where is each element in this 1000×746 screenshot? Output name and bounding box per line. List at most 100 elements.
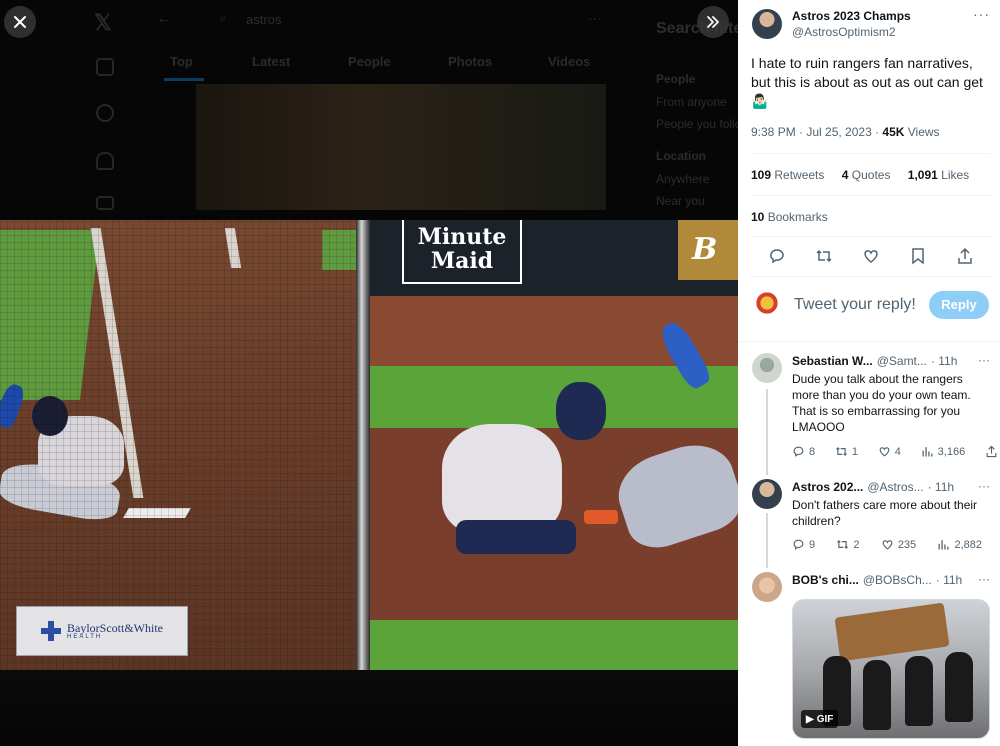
reply-avatar[interactable] xyxy=(752,479,782,509)
reply-retweet-button[interactable]: 1 xyxy=(835,445,858,458)
reply-more-button[interactable]: ··· xyxy=(978,479,990,493)
bookmark-button[interactable] xyxy=(908,246,928,266)
reply-author-handle[interactable]: @Samt... xyxy=(877,354,927,368)
sponsor-sign: BaylorScott&White HEALTH xyxy=(16,606,188,656)
likes-stat[interactable]: 1,091 Likes xyxy=(908,168,969,182)
tweet-time[interactable]: 9:38 PM · Jul 25, 2023 · xyxy=(751,125,882,139)
gif-coffin xyxy=(834,602,950,662)
reply-reply-button[interactable]: 9 xyxy=(792,538,815,551)
reply-actions: 9 2 235 2,882 xyxy=(792,538,982,551)
bookmark-icon xyxy=(912,248,924,265)
thread-line xyxy=(766,389,768,475)
reply-like-button[interactable]: 4 xyxy=(878,445,901,458)
quotes-stat[interactable]: 4 Quotes xyxy=(842,168,891,182)
reply-time[interactable]: · 11h xyxy=(928,480,954,494)
reply-author-name[interactable]: Astros 202... xyxy=(792,480,863,494)
reply-submit-button[interactable]: Reply xyxy=(929,291,989,319)
notifications-icon xyxy=(96,152,114,170)
author-avatar[interactable] xyxy=(752,9,782,39)
filter-people-title: People xyxy=(656,72,696,86)
reply-actions: 8 1 4 3,166 xyxy=(792,445,998,458)
reply-avatar[interactable] xyxy=(752,572,782,602)
tweet-stats: 109 Retweets 4 Quotes 1,091 Likes xyxy=(751,168,983,182)
reply-header: Astros 202... @Astros... · 11h xyxy=(792,480,954,494)
retweet-icon xyxy=(816,249,832,263)
tab-videos: Videos xyxy=(548,54,591,69)
retweets-stat[interactable]: 109 Retweets xyxy=(751,168,824,182)
views-count: 45K xyxy=(882,125,905,139)
more-icon: ··· xyxy=(588,10,602,26)
reply-text: Dude you talk about the rangers more tha… xyxy=(792,372,971,434)
tweet-actions xyxy=(751,246,991,270)
catcher-figure-right xyxy=(442,424,562,534)
play-icon: ▶ xyxy=(806,713,814,725)
filter-from-anyone: From anyone xyxy=(656,95,727,109)
reply-gif[interactable]: ▶ GIF xyxy=(792,599,990,739)
reply-retweet-button[interactable]: 2 xyxy=(836,538,860,551)
reply-input[interactable]: Tweet your reply! xyxy=(794,296,916,314)
tweet-photo[interactable]: BaylorScott&White HEALTH Minute Maid B xyxy=(0,220,738,670)
close-icon xyxy=(14,16,26,28)
heart-icon xyxy=(879,447,890,457)
divider xyxy=(751,153,991,154)
reply-header: Sebastian W... @Samt... · 11h xyxy=(792,354,957,368)
reply-more-button[interactable]: ··· xyxy=(978,353,990,367)
sponsor-cross-icon xyxy=(41,621,61,641)
author-handle[interactable]: @AstrosOptimism2 xyxy=(792,25,896,39)
divider xyxy=(751,276,991,277)
views-label: Views xyxy=(904,125,940,139)
back-arrow-icon: ← xyxy=(156,10,172,27)
reply-author-handle[interactable]: @Astros... xyxy=(867,480,923,494)
photo-divider xyxy=(356,220,370,670)
tab-people: People xyxy=(348,54,391,69)
filter-location-title: Location xyxy=(656,149,706,163)
reply-like-button[interactable]: 235 xyxy=(881,538,916,551)
reply-share-button[interactable] xyxy=(985,445,998,458)
reply-views-button[interactable]: 2,882 xyxy=(937,538,982,551)
search-icon: ⌕ xyxy=(220,11,227,25)
photo-left-half: BaylorScott&White HEALTH xyxy=(0,220,358,670)
close-button[interactable] xyxy=(4,6,36,38)
divider xyxy=(751,236,991,237)
explore-icon xyxy=(96,104,114,122)
tab-photos: Photos xyxy=(448,54,493,69)
user-avatar xyxy=(752,291,782,321)
like-button[interactable] xyxy=(861,246,881,266)
views-chart-icon xyxy=(922,447,933,457)
gold-sign: B xyxy=(678,220,738,280)
stadium-sign: Minute Maid xyxy=(402,220,522,284)
reply-avatar[interactable] xyxy=(752,353,782,383)
reply-views-button[interactable]: 3,166 xyxy=(921,445,965,458)
double-chevron-right-icon xyxy=(707,16,719,28)
share-button[interactable] xyxy=(955,246,975,266)
reply-author-handle[interactable]: @BOBsCh... xyxy=(863,573,932,587)
filter-people-you-follow: People you follow xyxy=(656,117,738,131)
filter-near-you: Near you xyxy=(656,194,705,208)
sponsor-name: BaylorScott&White xyxy=(67,621,163,635)
retweet-icon xyxy=(835,447,847,456)
tweet-detail-panel: Astros 2023 Champs @AstrosOptimism2 ··· … xyxy=(738,0,1000,746)
reply-reply-button[interactable]: 8 xyxy=(792,445,815,458)
retweet-button[interactable] xyxy=(814,246,834,266)
home-icon xyxy=(96,58,114,76)
more-options-button[interactable]: ··· xyxy=(973,6,990,22)
heart-icon xyxy=(864,250,878,263)
reply-icon xyxy=(793,446,804,457)
thread-line xyxy=(766,513,768,568)
reply-author-name[interactable]: Sebastian W... xyxy=(792,354,873,368)
reply-time[interactable]: · 11h xyxy=(936,573,962,587)
search-query: astros xyxy=(246,12,282,27)
reply-author-name[interactable]: BOB's chi... xyxy=(792,573,859,587)
messages-icon xyxy=(96,196,114,210)
divider xyxy=(751,195,991,196)
author-name[interactable]: Astros 2023 Champs xyxy=(792,9,911,23)
photo-bottom-area xyxy=(0,670,738,746)
media-viewer: 𝕏 ← ⌕ astros ··· Top Latest People Photo… xyxy=(0,0,738,746)
bookmarks-stat[interactable]: 10 Bookmarks xyxy=(751,210,828,224)
reply-time[interactable]: · 11h xyxy=(931,354,957,368)
reply-button[interactable] xyxy=(767,246,787,266)
tweet-meta: 9:38 PM · Jul 25, 2023 · 45K Views xyxy=(751,125,940,139)
expand-panel-button[interactable] xyxy=(697,6,729,38)
views-chart-icon xyxy=(938,540,949,550)
reply-more-button[interactable]: ··· xyxy=(978,572,990,586)
